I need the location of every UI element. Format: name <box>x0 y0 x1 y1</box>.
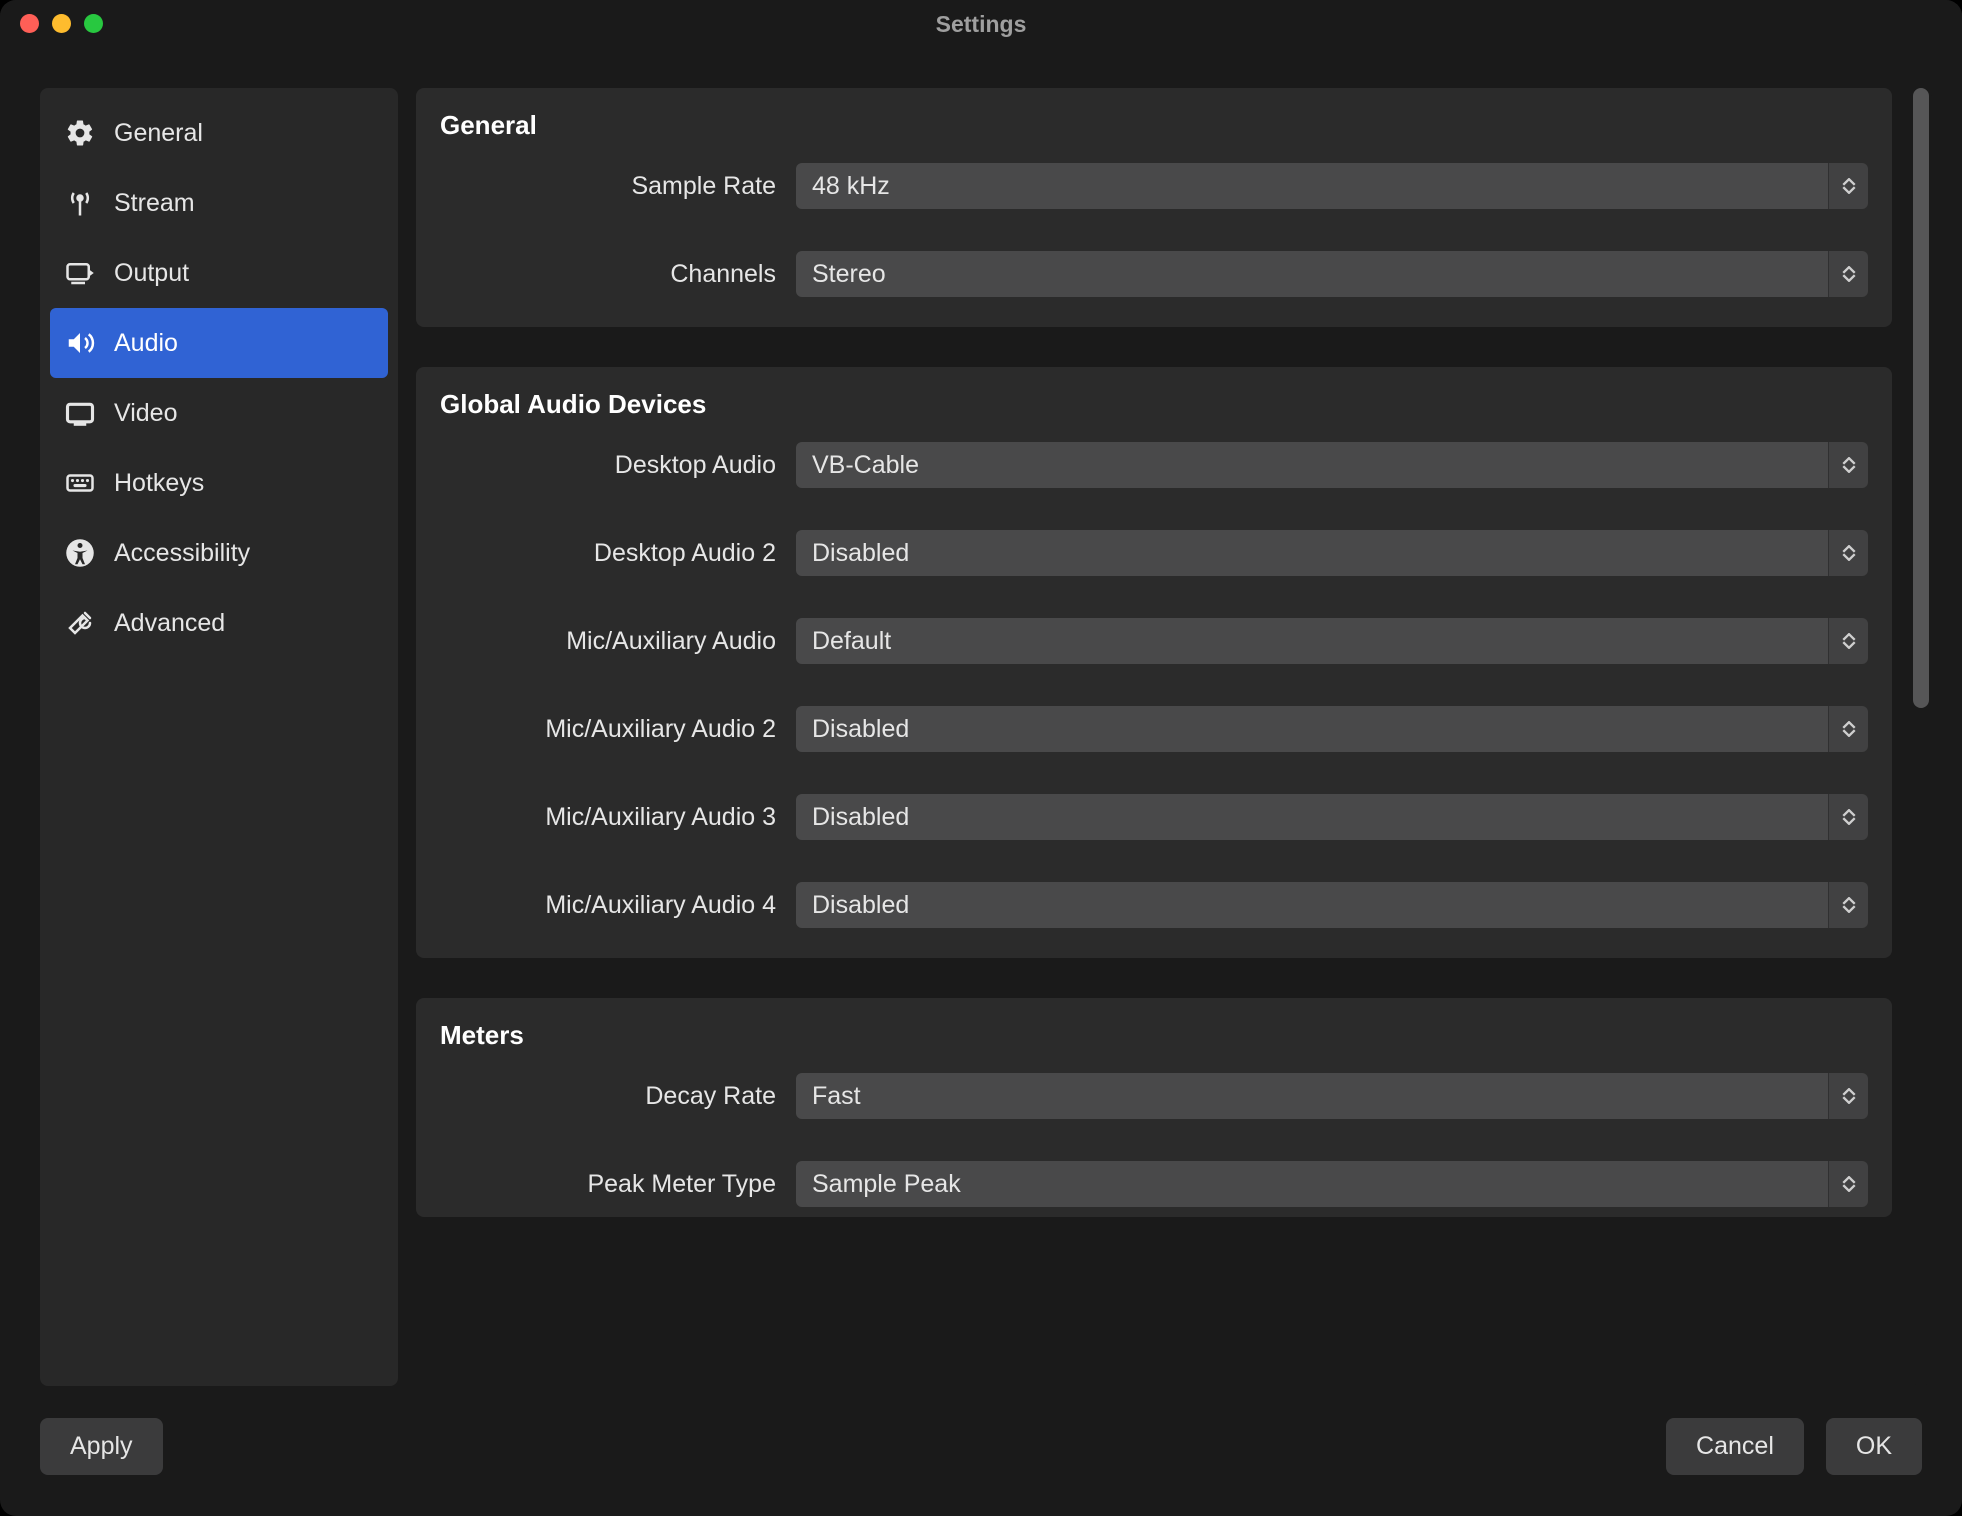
sidebar-item-label: Stream <box>114 189 195 218</box>
sidebar-item-label: Video <box>114 399 178 428</box>
decay-rate-select[interactable]: Fast <box>796 1073 1868 1119</box>
form-row-mic-aux-audio-4: Mic/Auxiliary Audio 4 Disabled <box>440 882 1868 928</box>
sidebar-item-label: Output <box>114 259 189 288</box>
scrollbar-thumb[interactable] <box>1913 88 1929 708</box>
form-label: Mic/Auxiliary Audio 4 <box>440 891 796 920</box>
sidebar-item-label: Advanced <box>114 609 225 638</box>
section-general: General Sample Rate 48 kHz Channels <box>416 88 1892 327</box>
select-value: Disabled <box>796 794 1828 840</box>
select-value: 48 kHz <box>796 163 1828 209</box>
gear-icon <box>64 117 96 149</box>
section-title: Meters <box>440 1020 1868 1051</box>
select-value: VB-Cable <box>796 442 1828 488</box>
select-value: Default <box>796 618 1828 664</box>
form-label: Mic/Auxiliary Audio 2 <box>440 715 796 744</box>
sidebar-item-video[interactable]: Video <box>40 378 398 448</box>
form-row-desktop-audio-2: Desktop Audio 2 Disabled <box>440 530 1868 576</box>
chevron-updown-icon <box>1828 882 1868 928</box>
minimize-window-button[interactable] <box>52 14 71 33</box>
sidebar-item-audio[interactable]: Audio <box>50 308 388 378</box>
chevron-updown-icon <box>1828 706 1868 752</box>
audio-icon <box>64 327 96 359</box>
section-title: Global Audio Devices <box>440 389 1868 420</box>
sidebar-item-output[interactable]: Output <box>40 238 398 308</box>
close-window-button[interactable] <box>20 14 39 33</box>
form-row-desktop-audio: Desktop Audio VB-Cable <box>440 442 1868 488</box>
window-controls <box>20 14 103 33</box>
settings-sidebar: General Stream Output Audio <box>40 88 398 1386</box>
settings-main: General Sample Rate 48 kHz Channels <box>416 88 1892 1386</box>
channels-select[interactable]: Stereo <box>796 251 1868 297</box>
ok-button[interactable]: OK <box>1826 1418 1922 1475</box>
output-icon <box>64 257 96 289</box>
sidebar-item-general[interactable]: General <box>40 98 398 168</box>
tools-icon <box>64 607 96 639</box>
form-row-decay-rate: Decay Rate Fast <box>440 1073 1868 1119</box>
chevron-updown-icon <box>1828 794 1868 840</box>
form-label: Desktop Audio 2 <box>440 539 796 568</box>
select-value: Stereo <box>796 251 1828 297</box>
chevron-updown-icon <box>1828 1073 1868 1119</box>
select-value: Disabled <box>796 882 1828 928</box>
desktop-audio-2-select[interactable]: Disabled <box>796 530 1868 576</box>
form-row-sample-rate: Sample Rate 48 kHz <box>440 163 1868 209</box>
form-row-mic-aux-audio: Mic/Auxiliary Audio Default <box>440 618 1868 664</box>
desktop-audio-select[interactable]: VB-Cable <box>796 442 1868 488</box>
chevron-updown-icon <box>1828 618 1868 664</box>
form-row-mic-aux-audio-2: Mic/Auxiliary Audio 2 Disabled <box>440 706 1868 752</box>
peak-meter-type-select[interactable]: Sample Peak <box>796 1161 1868 1207</box>
form-label: Peak Meter Type <box>440 1170 796 1199</box>
form-row-mic-aux-audio-3: Mic/Auxiliary Audio 3 Disabled <box>440 794 1868 840</box>
section-meters: Meters Decay Rate Fast Peak Meter Typ <box>416 998 1892 1217</box>
sidebar-item-label: Hotkeys <box>114 469 204 498</box>
mic-aux-audio-3-select[interactable]: Disabled <box>796 794 1868 840</box>
form-label: Channels <box>440 260 796 289</box>
form-label: Mic/Auxiliary Audio 3 <box>440 803 796 832</box>
sidebar-item-label: General <box>114 119 203 148</box>
accessibility-icon <box>64 537 96 569</box>
sidebar-item-label: Accessibility <box>114 539 250 568</box>
form-label: Decay Rate <box>440 1082 796 1111</box>
form-label: Sample Rate <box>440 172 796 201</box>
mic-aux-audio-select[interactable]: Default <box>796 618 1868 664</box>
sample-rate-select[interactable]: 48 kHz <box>796 163 1868 209</box>
select-value: Sample Peak <box>796 1161 1828 1207</box>
select-value: Disabled <box>796 706 1828 752</box>
sidebar-item-label: Audio <box>114 329 178 358</box>
window-title: Settings <box>936 11 1027 38</box>
main-scroll-wrap: General Sample Rate 48 kHz Channels <box>416 88 1942 1386</box>
mic-aux-audio-2-select[interactable]: Disabled <box>796 706 1868 752</box>
sidebar-item-advanced[interactable]: Advanced <box>40 588 398 658</box>
sidebar-item-hotkeys[interactable]: Hotkeys <box>40 448 398 518</box>
scrollbar[interactable] <box>1910 88 1932 1386</box>
select-value: Fast <box>796 1073 1828 1119</box>
section-global-audio-devices: Global Audio Devices Desktop Audio VB-Ca… <box>416 367 1892 958</box>
section-title: General <box>440 110 1868 141</box>
apply-button[interactable]: Apply <box>40 1418 163 1475</box>
antenna-icon <box>64 187 96 219</box>
form-row-channels: Channels Stereo <box>440 251 1868 297</box>
mic-aux-audio-4-select[interactable]: Disabled <box>796 882 1868 928</box>
chevron-updown-icon <box>1828 251 1868 297</box>
chevron-updown-icon <box>1828 530 1868 576</box>
video-icon <box>64 397 96 429</box>
keyboard-icon <box>64 467 96 499</box>
sidebar-item-stream[interactable]: Stream <box>40 168 398 238</box>
titlebar: Settings <box>0 0 1962 48</box>
select-value: Disabled <box>796 530 1828 576</box>
footer: Apply Cancel OK <box>0 1406 1962 1516</box>
settings-window: Settings General Stream Output <box>0 0 1962 1516</box>
form-label: Desktop Audio <box>440 451 796 480</box>
zoom-window-button[interactable] <box>84 14 103 33</box>
chevron-updown-icon <box>1828 442 1868 488</box>
content-area: General Stream Output Audio <box>0 48 1962 1406</box>
chevron-updown-icon <box>1828 1161 1868 1207</box>
form-label: Mic/Auxiliary Audio <box>440 627 796 656</box>
sidebar-item-accessibility[interactable]: Accessibility <box>40 518 398 588</box>
form-row-peak-meter-type: Peak Meter Type Sample Peak <box>440 1161 1868 1207</box>
cancel-button[interactable]: Cancel <box>1666 1418 1804 1475</box>
chevron-updown-icon <box>1828 163 1868 209</box>
